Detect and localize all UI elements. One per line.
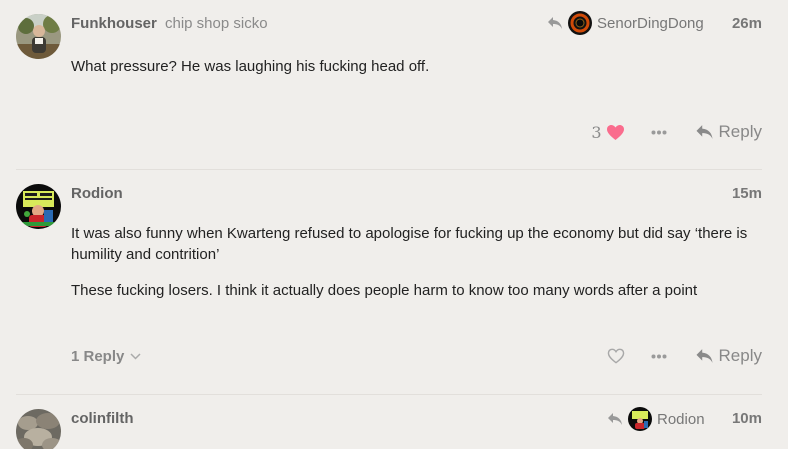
post-body: It was also funny when Kwarteng refused … (71, 223, 761, 316)
username[interactable]: Rodion (71, 185, 123, 202)
chevron-down-icon (130, 353, 141, 360)
post-date[interactable]: 10m (732, 410, 762, 427)
reply-arrow-icon (547, 16, 563, 30)
reply-to-tab[interactable]: SenorDingDong (547, 11, 704, 35)
show-replies-button[interactable]: 1 Reply (71, 348, 141, 365)
avatar[interactable] (16, 184, 61, 229)
post-paragraph: It was also funny when Kwarteng refused … (71, 225, 748, 263)
post-actions: Reply (607, 344, 762, 368)
post-date[interactable]: 15m (732, 185, 762, 202)
reply-to-username: Rodion (657, 410, 705, 428)
reply-button[interactable]: Reply (695, 122, 762, 142)
reply-arrow-icon (607, 412, 623, 426)
more-button[interactable] (651, 130, 667, 135)
reply-arrow-icon (696, 349, 713, 363)
topic-thread: Funkhouser chip shop sicko SenorDingDong… (0, 0, 788, 449)
post-funkhouser: Funkhouser chip shop sicko SenorDingDong… (0, 0, 788, 170)
replies-count-label: 1 Reply (71, 348, 125, 365)
like-count[interactable]: 3 (591, 123, 601, 142)
post-rodion: Rodion 15m It was also funny when Kwarte… (0, 170, 788, 394)
like-button[interactable] (607, 348, 625, 364)
post-date[interactable]: 26m (732, 15, 762, 32)
username[interactable]: colinfilth (71, 410, 134, 427)
like-button[interactable] (606, 124, 625, 141)
username[interactable]: Funkhouser (71, 15, 157, 32)
reply-to-avatar (628, 407, 652, 431)
post-paragraph: These fucking losers. I think it actuall… (71, 282, 698, 299)
reply-button-label: Reply (718, 346, 762, 365)
user-title: chip shop sicko (165, 15, 268, 32)
reply-button[interactable]: Reply (695, 346, 762, 366)
more-button[interactable] (651, 354, 667, 359)
avatar[interactable] (16, 409, 61, 449)
reply-button-label: Reply (718, 122, 762, 141)
reply-arrow-icon (696, 125, 713, 139)
reply-to-tab[interactable]: Rodion (607, 407, 705, 431)
ellipsis-icon (651, 130, 667, 134)
post-paragraph: What pressure? He was laughing his fucki… (71, 58, 430, 75)
heart-icon (606, 124, 624, 140)
ellipsis-icon (651, 354, 667, 358)
avatar[interactable] (16, 14, 61, 59)
post-body: What pressure? He was laughing his fucki… (71, 56, 761, 92)
reply-to-avatar (568, 11, 592, 35)
post-colinfilth: colinfilth Rodion 10m (0, 395, 788, 449)
post-actions: 3 Reply (591, 120, 762, 144)
heart-outline-icon (607, 348, 624, 364)
reply-to-username: SenorDingDong (597, 14, 704, 32)
